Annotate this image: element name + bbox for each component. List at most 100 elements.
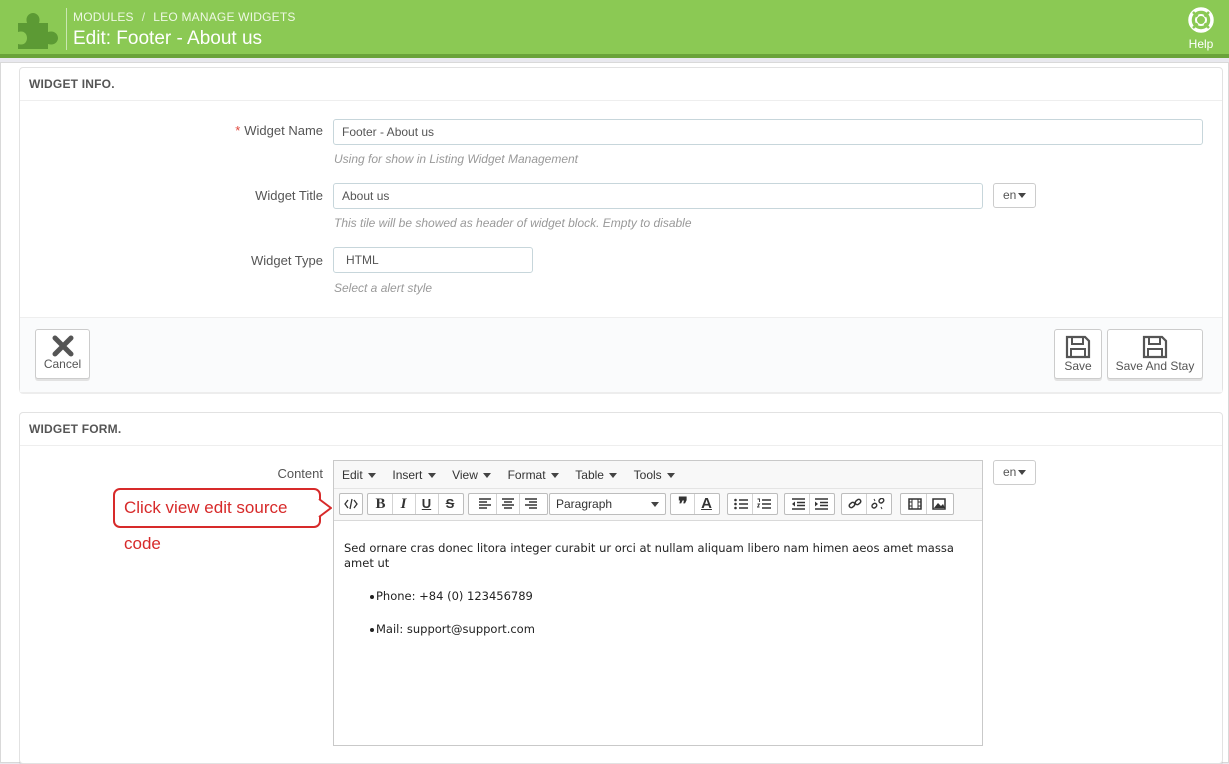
widget-name-label-text: Widget Name — [244, 123, 323, 138]
content-area: WIDGET INFO. * Widget Name Footer - About… — [0, 62, 1229, 764]
strikethrough-icon[interactable]: S — [439, 494, 462, 514]
menu-edit-label: Edit — [342, 468, 363, 482]
link-icon[interactable] — [844, 494, 867, 514]
align-group — [468, 493, 548, 515]
editor-content[interactable]: Sed ornare cras donec litora integer cur… — [334, 521, 982, 637]
widget-name-label: * Widget Name — [120, 123, 323, 138]
cancel-button[interactable]: Cancel — [35, 329, 90, 379]
widget-title-input[interactable]: About us — [333, 183, 983, 209]
widget-info-heading: WIDGET INFO. — [20, 68, 1222, 101]
video-icon[interactable] — [904, 494, 927, 514]
indent-group — [784, 493, 835, 515]
breadcrumb-modules[interactable]: MODULES — [73, 10, 134, 24]
widget-name-input[interactable]: Footer - About us — [333, 119, 1203, 145]
menu-table-label: Table — [575, 468, 604, 482]
rich-text-editor[interactable]: Edit Insert View Format Table Tools BIUS — [333, 460, 983, 746]
format-select-value: Paragraph — [556, 497, 613, 511]
list-item-mail: Mail: support@support.com — [376, 622, 535, 636]
caret-down-icon — [667, 473, 675, 479]
bullet-list-icon[interactable] — [730, 494, 753, 514]
list-item-phone: Phone: +84 (0) 123456789 — [376, 589, 533, 603]
menu-edit[interactable]: Edit — [342, 461, 377, 489]
menu-insert[interactable]: Insert — [392, 461, 436, 489]
breadcrumb-leo-manage-widgets[interactable]: LEO MANAGE WIDGETS — [153, 10, 295, 24]
cancel-label: Cancel — [43, 357, 82, 371]
widget-type-label: Widget Type — [250, 253, 323, 268]
quote-color-group: ❞ A — [670, 493, 720, 515]
caret-down-icon — [1018, 470, 1027, 476]
breadcrumb-separator: / — [141, 10, 146, 24]
widget-title-language-dropdown[interactable]: en — [993, 183, 1036, 208]
menu-table[interactable]: Table — [575, 461, 618, 489]
content-language-value: en — [1003, 465, 1017, 479]
required-marker: * — [235, 123, 241, 138]
caret-down-icon — [609, 473, 618, 479]
widget-info-panel: WIDGET INFO. * Widget Name Footer - About… — [19, 67, 1223, 392]
list-item: Mail: support@support.com — [376, 622, 972, 637]
list-item: Phone: +84 (0) 123456789 — [376, 589, 972, 604]
text-style-group: BIUS — [367, 493, 464, 515]
help-label: Help — [1188, 37, 1214, 51]
floppy-disk-icon — [1065, 335, 1091, 359]
editor-menubar: Edit Insert View Format Table Tools — [334, 461, 982, 489]
content-language-dropdown[interactable]: en — [993, 460, 1036, 485]
media-group — [900, 493, 954, 515]
blockquote-icon[interactable]: ❞ — [672, 494, 695, 514]
caret-down-icon — [651, 502, 659, 507]
lifebuoy-icon — [1188, 7, 1214, 33]
underline-icon[interactable]: U — [416, 494, 439, 514]
breadcrumb: MODULES / LEO MANAGE WIDGETS — [73, 10, 296, 24]
text-color-icon[interactable]: A — [695, 494, 718, 514]
save-and-stay-label: Save And Stay — [1115, 359, 1195, 373]
widget-type-field[interactable]: HTML — [333, 247, 533, 273]
caret-down-icon — [483, 473, 492, 479]
widget-form-heading: WIDGET FORM. — [20, 413, 1222, 446]
format-select[interactable]: Paragraph — [549, 493, 666, 515]
code-icon — [344, 498, 358, 510]
widget-form-panel: WIDGET FORM. Content Edit Insert View Fo… — [19, 412, 1223, 764]
caret-down-icon — [550, 473, 559, 479]
menu-format-label: Format — [507, 468, 546, 482]
align-right-icon[interactable] — [520, 494, 543, 514]
widget-title-label: Widget Title — [255, 188, 323, 203]
caret-down-icon — [427, 473, 436, 479]
outdent-icon[interactable] — [787, 494, 810, 514]
widget-title-hint: This tile will be showed as header of wi… — [334, 216, 692, 230]
puzzle-icon — [18, 13, 58, 49]
menu-format[interactable]: Format — [508, 461, 559, 489]
caret-down-icon — [1018, 193, 1027, 199]
align-left-icon[interactable] — [474, 494, 497, 514]
callout-pointer — [318, 498, 332, 518]
widget-type-hint: Select a alert style — [334, 281, 433, 295]
italic-icon[interactable]: I — [393, 494, 416, 514]
content-label: Content — [277, 466, 323, 481]
menu-view[interactable]: View — [452, 461, 492, 489]
top-header: MODULES / LEO MANAGE WIDGETS Edit: Footer … — [0, 0, 1229, 58]
menu-insert-label: Insert — [392, 468, 423, 482]
list-group — [727, 493, 778, 515]
widget-title-language-value: en — [1003, 188, 1017, 202]
close-icon — [52, 335, 73, 357]
caret-down-icon — [368, 473, 377, 479]
editor-toolbar: BIUS Paragraph ❞ A — [334, 489, 982, 521]
save-button[interactable]: Save — [1054, 329, 1102, 379]
help-button[interactable]: Help — [1184, 7, 1218, 51]
menu-tools-label: Tools — [633, 468, 662, 482]
source-code-button[interactable] — [339, 493, 363, 515]
content-paragraph: Sed ornare cras donec litora integer cur… — [344, 541, 954, 570]
save-and-stay-button[interactable]: Save And Stay — [1107, 329, 1203, 379]
annotation-callout: Click view edit source code — [113, 488, 321, 553]
align-center-icon[interactable] — [497, 494, 520, 514]
numbered-list-icon[interactable] — [753, 494, 776, 514]
unlink-icon[interactable] — [867, 494, 890, 514]
bold-icon[interactable]: B — [370, 494, 393, 514]
header-divider — [66, 8, 67, 50]
link-group — [841, 493, 892, 515]
content-list: Phone: +84 (0) 123456789 Mail: support@s… — [344, 589, 972, 637]
image-icon[interactable] — [927, 494, 950, 514]
page-title: Edit: Footer - About us — [73, 28, 263, 49]
save-label: Save — [1064, 359, 1092, 373]
indent-icon[interactable] — [810, 494, 833, 514]
panel-footer: Cancel Save Save And Stay — [20, 317, 1222, 392]
menu-tools[interactable]: Tools — [634, 461, 675, 489]
